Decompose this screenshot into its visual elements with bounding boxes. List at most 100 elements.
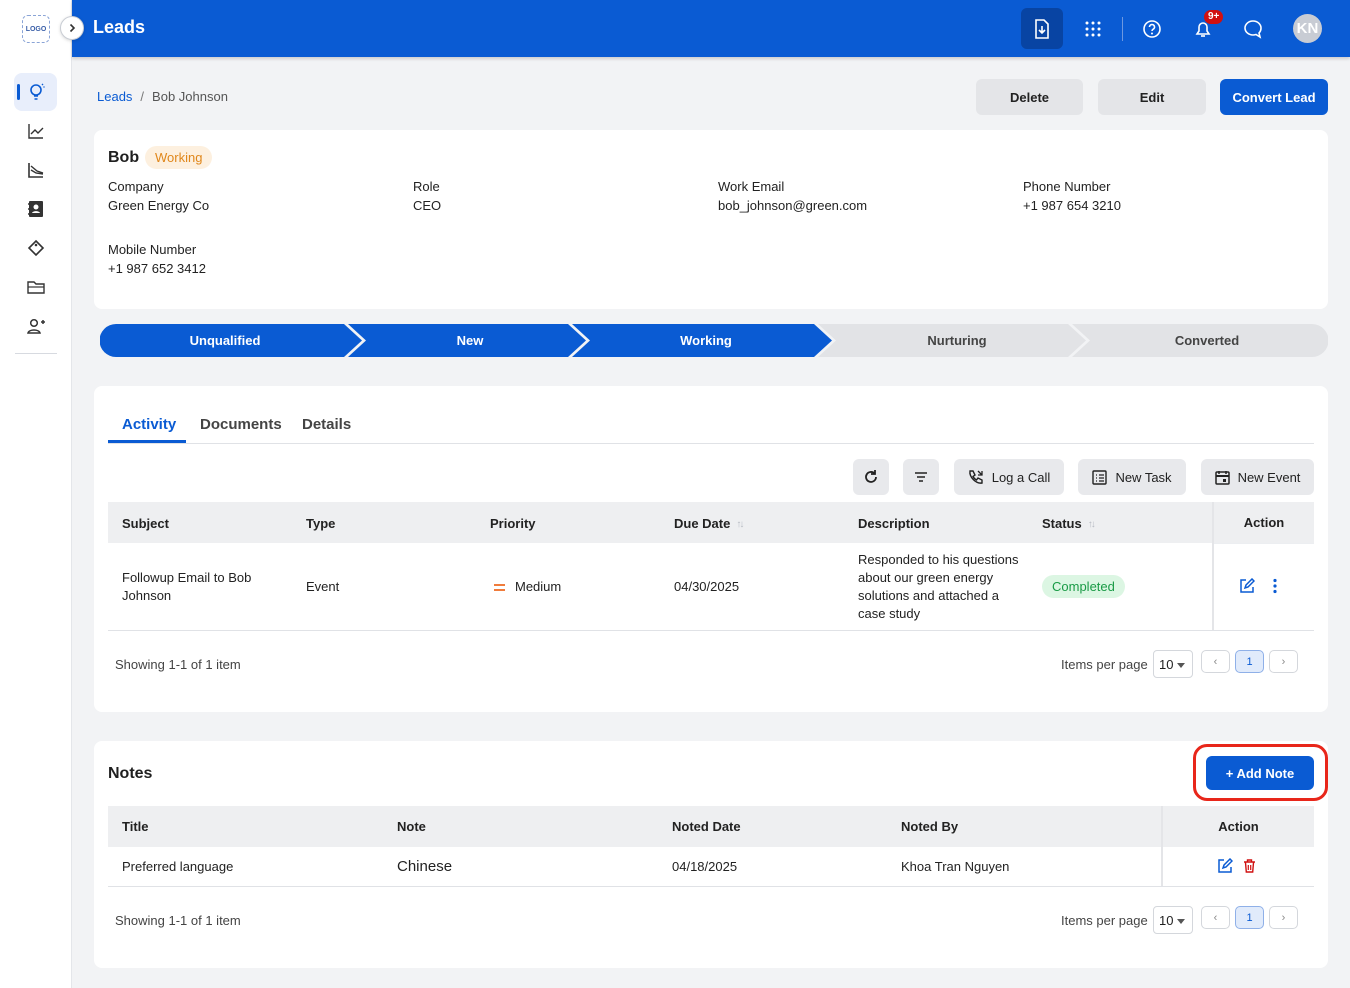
next-page-button[interactable]: › — [1269, 650, 1298, 673]
delete-note-button[interactable] — [1243, 859, 1256, 876]
work-email-label: Work Email — [718, 179, 785, 194]
import-button[interactable] — [1021, 8, 1063, 49]
role-label: Role — [413, 179, 440, 194]
description-line-2: about our green energy — [858, 570, 994, 585]
convert-lead-button[interactable]: Convert Lead — [1220, 79, 1328, 115]
edit-note-button[interactable] — [1217, 857, 1234, 877]
column-note-action: Action — [1218, 819, 1259, 834]
activity-due-date: 04/30/2025 — [674, 579, 740, 594]
edit-icon — [1218, 857, 1234, 873]
add-note-button[interactable]: + Add Note — [1206, 756, 1314, 790]
next-page-button[interactable]: › — [1269, 906, 1298, 929]
more-options-button[interactable] — [1272, 578, 1278, 594]
sidebar-item-pipeline[interactable] — [0, 150, 72, 189]
items-per-page-label: Items per page — [1061, 913, 1148, 928]
refresh-button[interactable] — [853, 459, 889, 495]
tabs-divider — [108, 443, 1314, 444]
stage-nurturing[interactable]: Nurturing — [832, 333, 1082, 348]
sort-icon: ↑↓ — [1087, 519, 1096, 531]
phone-number-value: +1 987 654 3210 — [1023, 198, 1121, 213]
delete-button[interactable]: Delete — [976, 79, 1083, 115]
breadcrumb-separator: / — [140, 89, 145, 104]
trash-icon — [1244, 859, 1255, 873]
subject-line-2: Johnson — [122, 588, 172, 603]
apps-grid-icon — [1085, 21, 1101, 36]
role-value: CEO — [413, 198, 442, 213]
tab-documents[interactable]: Documents — [200, 416, 282, 433]
column-due-date-label: Due Date — [674, 516, 731, 531]
notes-title: Notes — [108, 765, 153, 782]
tab-details[interactable]: Details — [302, 416, 351, 433]
column-due-date[interactable]: Due Date ↑↓ — [674, 516, 744, 531]
row-divider — [108, 630, 1314, 631]
help-button[interactable] — [1131, 8, 1173, 49]
company-value: Green Energy Co — [108, 198, 210, 213]
note-text: Chinese — [397, 858, 453, 875]
filter-icon — [915, 472, 927, 482]
items-per-page-select[interactable]: 10 — [1153, 650, 1193, 678]
more-vertical-icon — [1273, 578, 1277, 594]
items-per-page-value: 10 — [1159, 912, 1174, 928]
breadcrumb-leads-link[interactable]: Leads — [97, 89, 132, 104]
user-avatar[interactable]: KN — [1293, 14, 1322, 43]
description-line-1: Responded to his questions — [858, 552, 1019, 567]
column-noted-by: Noted By — [901, 819, 959, 834]
prev-page-button[interactable]: ‹ — [1201, 906, 1230, 929]
sidebar-toggle-button[interactable] — [60, 16, 84, 40]
sidebar-item-leads[interactable] — [0, 72, 72, 111]
top-bar: Leads 9+ KN — [72, 0, 1350, 57]
chat-button[interactable] — [1232, 8, 1274, 49]
new-event-button[interactable]: New Event — [1201, 459, 1314, 495]
prev-page-button[interactable]: ‹ — [1201, 650, 1230, 673]
page-number-button[interactable]: 1 — [1235, 906, 1264, 929]
column-status[interactable]: Status ↑↓ — [1042, 516, 1096, 531]
contact-card-icon — [28, 200, 43, 217]
action-header-line — [1214, 543, 1314, 544]
log-call-label: Log a Call — [991, 469, 1051, 485]
items-per-page-value: 10 — [1159, 656, 1174, 672]
column-action: Action — [1243, 515, 1285, 530]
sidebar-item-analytics[interactable] — [0, 111, 72, 150]
stage-new[interactable]: New — [362, 333, 578, 348]
active-tab-indicator — [108, 440, 186, 443]
stage-unqualified[interactable]: Unqualified — [100, 333, 350, 348]
add-user-icon — [27, 318, 45, 334]
subject-line-1: Followup Email to Bob — [122, 570, 252, 585]
new-task-label: New Task — [1115, 469, 1172, 485]
notes-pagination-summary: Showing 1-1 of 1 item — [115, 913, 241, 928]
apps-button[interactable] — [1072, 8, 1114, 49]
edit-button[interactable]: Edit — [1098, 79, 1206, 115]
sidebar-item-files[interactable] — [0, 267, 72, 306]
items-per-page-select[interactable]: 10 — [1153, 906, 1193, 934]
stage-working[interactable]: Working — [586, 333, 826, 348]
column-subject: Subject — [122, 516, 169, 531]
topbar-divider — [1122, 17, 1123, 41]
lead-name: Bob — [108, 149, 140, 166]
sidebar-divider — [15, 353, 57, 354]
file-download-icon — [1035, 18, 1049, 39]
sidebar: LOGO — [0, 0, 72, 988]
page-number-button[interactable]: 1 — [1235, 650, 1264, 673]
phone-call-icon — [969, 470, 983, 484]
calendar-icon — [1214, 470, 1230, 485]
breadcrumb-current: Bob Johnson — [152, 89, 228, 104]
edit-activity-button[interactable] — [1239, 577, 1256, 597]
column-description: Description — [858, 516, 930, 531]
task-list-icon — [1092, 469, 1108, 485]
priority-medium-icon — [494, 584, 505, 592]
items-per-page-label: Items per page — [1061, 657, 1148, 672]
tag-icon — [27, 239, 45, 256]
caret-down-icon — [1177, 919, 1185, 924]
new-task-button[interactable]: New Task — [1078, 459, 1186, 495]
tab-activity[interactable]: Activity — [122, 416, 176, 433]
sidebar-item-add-user[interactable] — [0, 306, 72, 345]
stage-converted[interactable]: Converted — [1086, 333, 1328, 348]
activity-subject[interactable]: Followup Email to Bob Johnson — [122, 569, 282, 605]
filter-button[interactable] — [903, 459, 939, 495]
log-call-button[interactable]: Log a Call — [954, 459, 1064, 495]
notification-badge: 9+ — [1204, 10, 1224, 24]
sidebar-item-deals[interactable] — [0, 228, 72, 267]
lead-status-badge: Working — [145, 146, 213, 169]
sidebar-item-contacts[interactable] — [0, 189, 72, 228]
notifications-button[interactable]: 9+ — [1182, 8, 1224, 49]
